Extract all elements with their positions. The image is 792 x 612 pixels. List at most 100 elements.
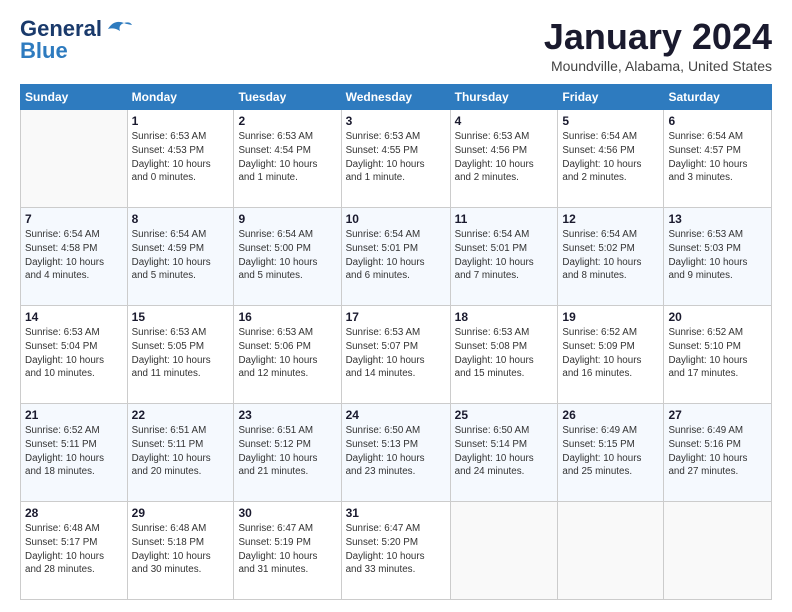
day-number: 7 bbox=[25, 211, 123, 227]
calendar-week-row: 1Sunrise: 6:53 AM Sunset: 4:53 PM Daylig… bbox=[21, 110, 772, 208]
logo-bird-icon bbox=[104, 17, 132, 37]
day-info: Sunrise: 6:54 AM Sunset: 4:58 PM Dayligh… bbox=[25, 228, 123, 283]
col-wednesday: Wednesday bbox=[341, 85, 450, 110]
table-row: 23Sunrise: 6:51 AM Sunset: 5:12 PM Dayli… bbox=[234, 404, 341, 502]
day-number: 23 bbox=[238, 407, 336, 423]
page: General Blue January 2024 Moundville, Al… bbox=[0, 0, 792, 612]
col-thursday: Thursday bbox=[450, 85, 558, 110]
calendar-week-row: 7Sunrise: 6:54 AM Sunset: 4:58 PM Daylig… bbox=[21, 208, 772, 306]
day-number: 10 bbox=[346, 211, 446, 227]
header: General Blue January 2024 Moundville, Al… bbox=[20, 16, 772, 74]
table-row: 25Sunrise: 6:50 AM Sunset: 5:14 PM Dayli… bbox=[450, 404, 558, 502]
logo: General Blue bbox=[20, 16, 132, 64]
day-info: Sunrise: 6:51 AM Sunset: 5:11 PM Dayligh… bbox=[132, 424, 230, 479]
table-row: 9Sunrise: 6:54 AM Sunset: 5:00 PM Daylig… bbox=[234, 208, 341, 306]
day-number: 9 bbox=[238, 211, 336, 227]
table-row: 7Sunrise: 6:54 AM Sunset: 4:58 PM Daylig… bbox=[21, 208, 128, 306]
table-row: 30Sunrise: 6:47 AM Sunset: 5:19 PM Dayli… bbox=[234, 502, 341, 600]
day-number: 19 bbox=[562, 309, 659, 325]
day-number: 11 bbox=[455, 211, 554, 227]
title-area: January 2024 Moundville, Alabama, United… bbox=[544, 16, 772, 74]
col-saturday: Saturday bbox=[664, 85, 772, 110]
col-sunday: Sunday bbox=[21, 85, 128, 110]
table-row: 24Sunrise: 6:50 AM Sunset: 5:13 PM Dayli… bbox=[341, 404, 450, 502]
day-info: Sunrise: 6:53 AM Sunset: 5:06 PM Dayligh… bbox=[238, 326, 336, 381]
logo-blue: Blue bbox=[20, 38, 68, 64]
day-number: 17 bbox=[346, 309, 446, 325]
table-row: 22Sunrise: 6:51 AM Sunset: 5:11 PM Dayli… bbox=[127, 404, 234, 502]
day-number: 13 bbox=[668, 211, 767, 227]
day-number: 30 bbox=[238, 505, 336, 521]
table-row: 13Sunrise: 6:53 AM Sunset: 5:03 PM Dayli… bbox=[664, 208, 772, 306]
day-info: Sunrise: 6:53 AM Sunset: 4:53 PM Dayligh… bbox=[132, 130, 230, 185]
table-row bbox=[21, 110, 128, 208]
day-info: Sunrise: 6:54 AM Sunset: 5:01 PM Dayligh… bbox=[346, 228, 446, 283]
table-row: 6Sunrise: 6:54 AM Sunset: 4:57 PM Daylig… bbox=[664, 110, 772, 208]
table-row bbox=[450, 502, 558, 600]
col-monday: Monday bbox=[127, 85, 234, 110]
day-info: Sunrise: 6:48 AM Sunset: 5:17 PM Dayligh… bbox=[25, 522, 123, 577]
table-row: 5Sunrise: 6:54 AM Sunset: 4:56 PM Daylig… bbox=[558, 110, 664, 208]
day-info: Sunrise: 6:50 AM Sunset: 5:14 PM Dayligh… bbox=[455, 424, 554, 479]
day-info: Sunrise: 6:53 AM Sunset: 5:05 PM Dayligh… bbox=[132, 326, 230, 381]
calendar-header-row: Sunday Monday Tuesday Wednesday Thursday… bbox=[21, 85, 772, 110]
table-row: 20Sunrise: 6:52 AM Sunset: 5:10 PM Dayli… bbox=[664, 306, 772, 404]
day-info: Sunrise: 6:53 AM Sunset: 4:56 PM Dayligh… bbox=[455, 130, 554, 185]
day-number: 26 bbox=[562, 407, 659, 423]
table-row bbox=[664, 502, 772, 600]
day-number: 12 bbox=[562, 211, 659, 227]
day-info: Sunrise: 6:53 AM Sunset: 5:08 PM Dayligh… bbox=[455, 326, 554, 381]
table-row: 10Sunrise: 6:54 AM Sunset: 5:01 PM Dayli… bbox=[341, 208, 450, 306]
day-info: Sunrise: 6:53 AM Sunset: 5:07 PM Dayligh… bbox=[346, 326, 446, 381]
table-row: 14Sunrise: 6:53 AM Sunset: 5:04 PM Dayli… bbox=[21, 306, 128, 404]
day-number: 21 bbox=[25, 407, 123, 423]
table-row: 21Sunrise: 6:52 AM Sunset: 5:11 PM Dayli… bbox=[21, 404, 128, 502]
day-info: Sunrise: 6:54 AM Sunset: 4:57 PM Dayligh… bbox=[668, 130, 767, 185]
table-row: 29Sunrise: 6:48 AM Sunset: 5:18 PM Dayli… bbox=[127, 502, 234, 600]
day-number: 4 bbox=[455, 113, 554, 129]
day-info: Sunrise: 6:52 AM Sunset: 5:09 PM Dayligh… bbox=[562, 326, 659, 381]
day-number: 14 bbox=[25, 309, 123, 325]
day-info: Sunrise: 6:47 AM Sunset: 5:20 PM Dayligh… bbox=[346, 522, 446, 577]
table-row: 12Sunrise: 6:54 AM Sunset: 5:02 PM Dayli… bbox=[558, 208, 664, 306]
calendar-week-row: 14Sunrise: 6:53 AM Sunset: 5:04 PM Dayli… bbox=[21, 306, 772, 404]
day-number: 27 bbox=[668, 407, 767, 423]
table-row: 17Sunrise: 6:53 AM Sunset: 5:07 PM Dayli… bbox=[341, 306, 450, 404]
day-number: 3 bbox=[346, 113, 446, 129]
day-number: 28 bbox=[25, 505, 123, 521]
table-row: 28Sunrise: 6:48 AM Sunset: 5:17 PM Dayli… bbox=[21, 502, 128, 600]
calendar-week-row: 21Sunrise: 6:52 AM Sunset: 5:11 PM Dayli… bbox=[21, 404, 772, 502]
table-row: 2Sunrise: 6:53 AM Sunset: 4:54 PM Daylig… bbox=[234, 110, 341, 208]
day-number: 18 bbox=[455, 309, 554, 325]
table-row: 19Sunrise: 6:52 AM Sunset: 5:09 PM Dayli… bbox=[558, 306, 664, 404]
day-info: Sunrise: 6:52 AM Sunset: 5:11 PM Dayligh… bbox=[25, 424, 123, 479]
day-info: Sunrise: 6:49 AM Sunset: 5:16 PM Dayligh… bbox=[668, 424, 767, 479]
day-info: Sunrise: 6:53 AM Sunset: 4:54 PM Dayligh… bbox=[238, 130, 336, 185]
table-row bbox=[558, 502, 664, 600]
day-info: Sunrise: 6:48 AM Sunset: 5:18 PM Dayligh… bbox=[132, 522, 230, 577]
day-info: Sunrise: 6:50 AM Sunset: 5:13 PM Dayligh… bbox=[346, 424, 446, 479]
table-row: 8Sunrise: 6:54 AM Sunset: 4:59 PM Daylig… bbox=[127, 208, 234, 306]
day-info: Sunrise: 6:49 AM Sunset: 5:15 PM Dayligh… bbox=[562, 424, 659, 479]
table-row: 11Sunrise: 6:54 AM Sunset: 5:01 PM Dayli… bbox=[450, 208, 558, 306]
day-info: Sunrise: 6:53 AM Sunset: 4:55 PM Dayligh… bbox=[346, 130, 446, 185]
day-info: Sunrise: 6:53 AM Sunset: 5:03 PM Dayligh… bbox=[668, 228, 767, 283]
day-number: 31 bbox=[346, 505, 446, 521]
table-row: 27Sunrise: 6:49 AM Sunset: 5:16 PM Dayli… bbox=[664, 404, 772, 502]
table-row: 3Sunrise: 6:53 AM Sunset: 4:55 PM Daylig… bbox=[341, 110, 450, 208]
day-number: 29 bbox=[132, 505, 230, 521]
day-number: 24 bbox=[346, 407, 446, 423]
day-number: 15 bbox=[132, 309, 230, 325]
table-row: 16Sunrise: 6:53 AM Sunset: 5:06 PM Dayli… bbox=[234, 306, 341, 404]
day-info: Sunrise: 6:54 AM Sunset: 4:56 PM Dayligh… bbox=[562, 130, 659, 185]
table-row: 1Sunrise: 6:53 AM Sunset: 4:53 PM Daylig… bbox=[127, 110, 234, 208]
table-row: 15Sunrise: 6:53 AM Sunset: 5:05 PM Dayli… bbox=[127, 306, 234, 404]
day-info: Sunrise: 6:54 AM Sunset: 5:02 PM Dayligh… bbox=[562, 228, 659, 283]
table-row: 31Sunrise: 6:47 AM Sunset: 5:20 PM Dayli… bbox=[341, 502, 450, 600]
location: Moundville, Alabama, United States bbox=[544, 58, 772, 74]
calendar-table: Sunday Monday Tuesday Wednesday Thursday… bbox=[20, 84, 772, 600]
table-row: 26Sunrise: 6:49 AM Sunset: 5:15 PM Dayli… bbox=[558, 404, 664, 502]
day-info: Sunrise: 6:54 AM Sunset: 4:59 PM Dayligh… bbox=[132, 228, 230, 283]
day-number: 22 bbox=[132, 407, 230, 423]
day-number: 16 bbox=[238, 309, 336, 325]
